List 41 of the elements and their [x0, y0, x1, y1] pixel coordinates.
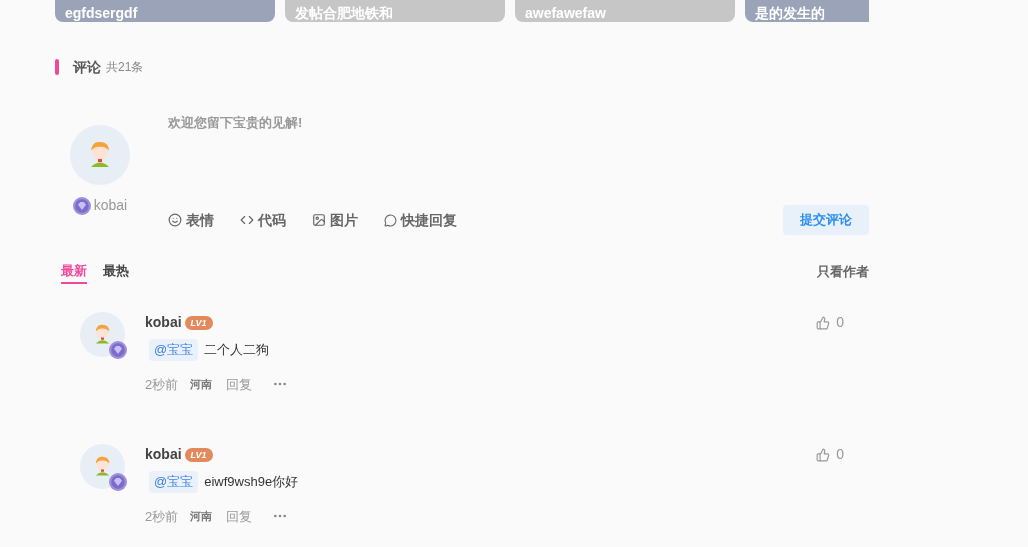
comment-count: 共21条 — [106, 59, 144, 76]
comment-time: 2秒前 — [145, 375, 179, 394]
comment-text: eiwf9wsh9e你好 — [204, 473, 299, 491]
mention-tag[interactable]: @宝宝 — [149, 339, 199, 361]
accent-bar — [55, 59, 59, 75]
comment-input[interactable]: 欢迎您留下宝贵的见解! — [168, 113, 869, 193]
smiley-icon — [168, 213, 182, 227]
sort-tab[interactable]: 最热 — [103, 260, 129, 284]
reply-button[interactable]: 回复 — [226, 374, 253, 394]
level-badge: LV1 — [184, 315, 213, 330]
toolbar-button[interactable]: 图片 — [312, 209, 358, 231]
comment-location: 河南 — [190, 509, 213, 524]
toolbar-button[interactable]: 表情 — [168, 209, 214, 231]
mention-tag[interactable]: @宝宝 — [149, 471, 199, 493]
level-badge: LV1 — [184, 447, 213, 462]
avatar-icon — [70, 125, 130, 185]
gem-badge-icon — [109, 341, 127, 359]
thumbs-up-icon[interactable] — [816, 315, 831, 330]
like-count: 0 — [836, 445, 844, 464]
reply-button[interactable]: 回复 — [226, 506, 253, 526]
section-title: 评论 — [73, 57, 101, 77]
comment-time: 2秒前 — [145, 507, 179, 526]
comment-author[interactable]: kobai — [145, 312, 182, 333]
gem-badge-icon — [72, 196, 91, 215]
username: kobai — [93, 196, 128, 215]
toolbar-button[interactable]: 代码 — [240, 209, 286, 231]
gem-badge-icon — [109, 473, 127, 491]
sort-tab[interactable]: 最新 — [61, 260, 87, 284]
comment-text: 二个人二狗 — [204, 341, 270, 359]
image-icon — [312, 213, 326, 227]
comment-location: 河南 — [190, 377, 213, 392]
post-card[interactable]: egfdsergdf — [55, 0, 275, 22]
submit-comment-button[interactable]: 提交评论 — [783, 205, 869, 235]
thumbs-up-icon[interactable] — [816, 447, 831, 462]
author-only-filter[interactable]: 只看作者 — [817, 262, 869, 282]
like-count: 0 — [836, 313, 844, 332]
post-card[interactable]: 是的发生的 — [745, 0, 869, 22]
toolbar-button[interactable]: 快捷回复 — [384, 209, 457, 231]
code-icon — [240, 213, 254, 227]
speech-bubble-icon — [384, 213, 397, 227]
comment-author[interactable]: kobai — [145, 444, 182, 465]
